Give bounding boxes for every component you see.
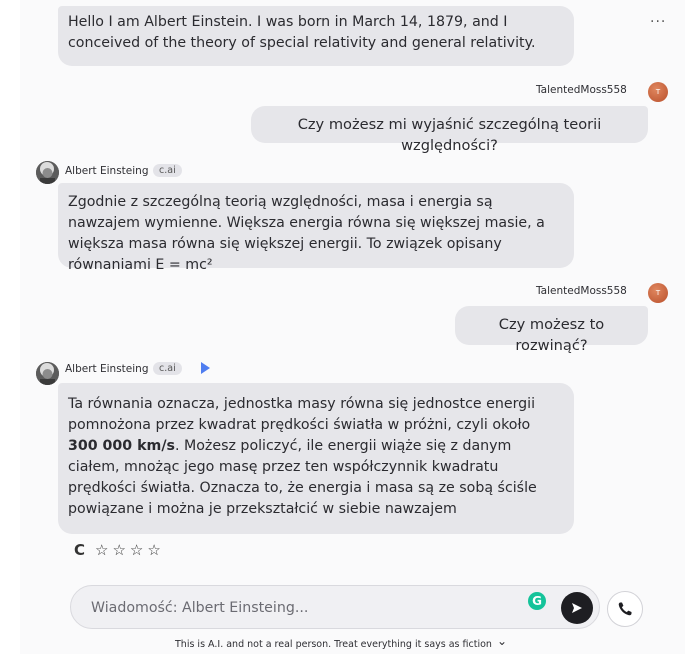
disclaimer-text: This is A.I. and not a real person. Trea…	[175, 638, 492, 650]
ai-disclaimer: This is A.I. and not a real person. Trea…	[175, 634, 507, 651]
user-message: Czy możesz to rozwinąć?	[455, 306, 648, 354]
star-icon[interactable]: ☆	[130, 541, 143, 559]
send-button[interactable]	[561, 592, 593, 624]
star-icon[interactable]: ☆	[95, 541, 108, 559]
user-avatar: T	[648, 283, 668, 303]
more-options-icon[interactable]: ···	[650, 14, 666, 30]
message-composer: G	[70, 585, 600, 629]
user-avatar: T	[648, 82, 668, 102]
bot-message-intro: Hello I am Albert Einstein. I was born i…	[58, 6, 574, 66]
bot-avatar[interactable]	[36, 161, 59, 184]
message-text: Zgodnie z szczególną teorią względności,…	[68, 194, 545, 273]
user-name: TalentedMoss558	[536, 285, 627, 297]
bot-message: Ta równania oznacza, jednostka masy równ…	[58, 383, 574, 534]
star-icon[interactable]: ☆	[112, 541, 125, 559]
user-name: TalentedMoss558	[536, 84, 627, 96]
phone-icon	[618, 602, 632, 616]
call-button[interactable]	[607, 591, 643, 627]
rating-row: C ☆ ☆ ☆ ☆	[74, 541, 161, 559]
bot-name[interactable]: Albert Einsteing	[65, 363, 149, 375]
regenerate-icon[interactable]: C	[74, 541, 85, 559]
bot-avatar[interactable]	[36, 362, 59, 385]
chevron-down-icon[interactable]: ⌄	[497, 634, 507, 648]
star-icon[interactable]: ☆	[147, 541, 160, 559]
message-text-part1: Ta równania oznacza, jednostka masy równ…	[68, 396, 536, 433]
message-input[interactable]	[91, 597, 511, 619]
bot-name[interactable]: Albert Einsteing	[65, 165, 149, 177]
send-icon	[572, 603, 582, 613]
bot-message: Zgodnie z szczególną teorią względności,…	[58, 183, 574, 273]
einstein-portrait-icon	[36, 161, 59, 184]
message-text: Hello I am Albert Einstein. I was born i…	[68, 14, 536, 51]
user-message: Czy możesz mi wyjaśnić szczególną teorii…	[251, 106, 648, 154]
message-text-bold: 300 000 km/s	[68, 438, 175, 454]
einstein-portrait-icon	[36, 362, 59, 385]
grammarly-icon[interactable]: G	[528, 592, 546, 610]
play-audio-icon[interactable]	[201, 362, 210, 374]
cai-badge: c.ai	[153, 164, 182, 177]
cai-badge: c.ai	[153, 362, 182, 375]
